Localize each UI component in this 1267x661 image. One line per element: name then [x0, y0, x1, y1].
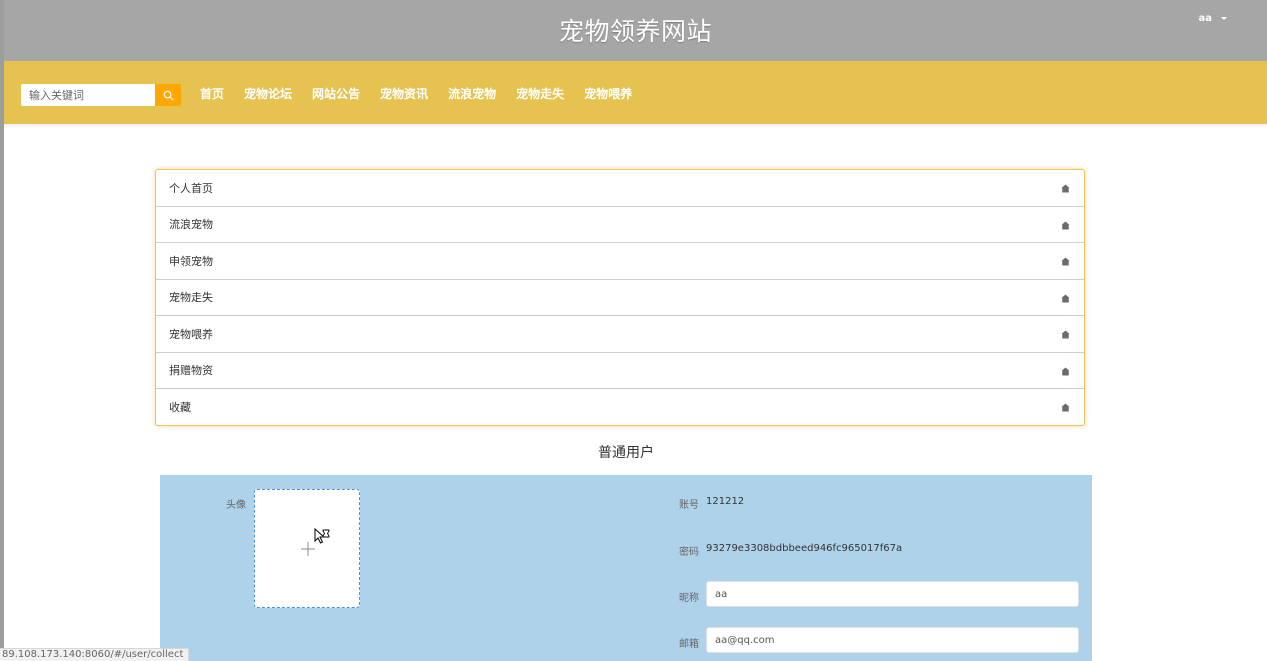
password-label: 密码	[679, 547, 699, 558]
nav-link-news[interactable]: 宠物资讯	[380, 85, 428, 102]
nav-link-lost-pets[interactable]: 宠物走失	[516, 85, 564, 102]
username: aa	[1198, 13, 1213, 24]
nav-link-announcements[interactable]: 网站公告	[312, 85, 360, 102]
search-input[interactable]	[21, 84, 155, 106]
menu-item-label: 个人首页	[169, 181, 213, 195]
home-icon	[1061, 257, 1070, 266]
user-type-heading: 普通用户	[598, 445, 654, 461]
home-icon	[1061, 293, 1070, 303]
cursor-busy-icon	[314, 528, 330, 544]
status-bar-url: 89.108.173.140:8060/#/user/collect	[0, 648, 190, 661]
search-icon	[163, 90, 173, 100]
home-icon	[1061, 366, 1070, 376]
user-center-menu: 个人首页 流浪宠物 申领宠物 宠物走失 宠物喂养 捐赠物资 收藏	[155, 169, 1085, 426]
menu-item-adopt-pets[interactable]: 申领宠物	[156, 243, 1084, 280]
menu-item-label: 收藏	[169, 401, 191, 415]
email-input[interactable]	[706, 627, 1079, 653]
menu-item-donations[interactable]: 捐赠物资	[156, 353, 1084, 389]
menu-item-pet-feeding[interactable]: 宠物喂养	[156, 316, 1084, 353]
nickname-input[interactable]	[706, 581, 1079, 607]
menu-item-stray-pets[interactable]: 流浪宠物	[156, 207, 1084, 243]
home-icon	[1061, 220, 1070, 230]
top-header: 宠物领养网站 aa	[4, 0, 1267, 61]
menu-item-favorites[interactable]: 收藏	[156, 389, 1084, 426]
account-label: 账号	[679, 500, 699, 511]
caret-down-icon	[1221, 16, 1227, 20]
avatar-label: 头像	[226, 500, 246, 511]
nickname-label: 昵称	[679, 593, 699, 604]
account-value: 121212	[706, 496, 745, 507]
avatar-upload[interactable]	[254, 489, 360, 608]
nav-link-stray-pets[interactable]: 流浪宠物	[448, 85, 496, 102]
site-title: 宠物领养网站	[558, 17, 712, 46]
password-value: 93279e3308bdbbeed946fc965017f67a	[706, 543, 903, 554]
nav-bar: 首页 宠物论坛 网站公告 宠物资讯 流浪宠物 宠物走失 宠物喂养	[4, 61, 1267, 124]
email-label: 邮箱	[679, 639, 699, 650]
search-box	[21, 84, 181, 106]
menu-item-label: 宠物走失	[169, 291, 213, 305]
menu-item-lost-pets[interactable]: 宠物走失	[156, 280, 1084, 316]
profile-form: 头像 账号 121212 密码 93279e3308bdbbeed946fc96…	[160, 475, 1092, 661]
menu-item-personal-home[interactable]: 个人首页	[156, 170, 1084, 207]
menu-item-label: 申领宠物	[169, 254, 213, 268]
nav-link-home[interactable]: 首页	[200, 85, 224, 102]
menu-item-label: 流浪宠物	[169, 218, 213, 232]
plus-icon	[301, 542, 315, 556]
nav-link-pet-feeding[interactable]: 宠物喂养	[584, 85, 632, 102]
menu-item-label: 宠物喂养	[169, 327, 213, 341]
home-icon	[1061, 403, 1070, 412]
menu-item-label: 捐赠物资	[169, 364, 213, 378]
nav-link-forum[interactable]: 宠物论坛	[244, 85, 292, 102]
home-icon	[1061, 330, 1070, 339]
home-icon	[1061, 184, 1070, 193]
search-button[interactable]	[155, 84, 181, 106]
nav-links: 首页 宠物论坛 网站公告 宠物资讯 流浪宠物 宠物走失 宠物喂养	[200, 85, 652, 102]
user-menu[interactable]: aa	[1198, 13, 1227, 24]
